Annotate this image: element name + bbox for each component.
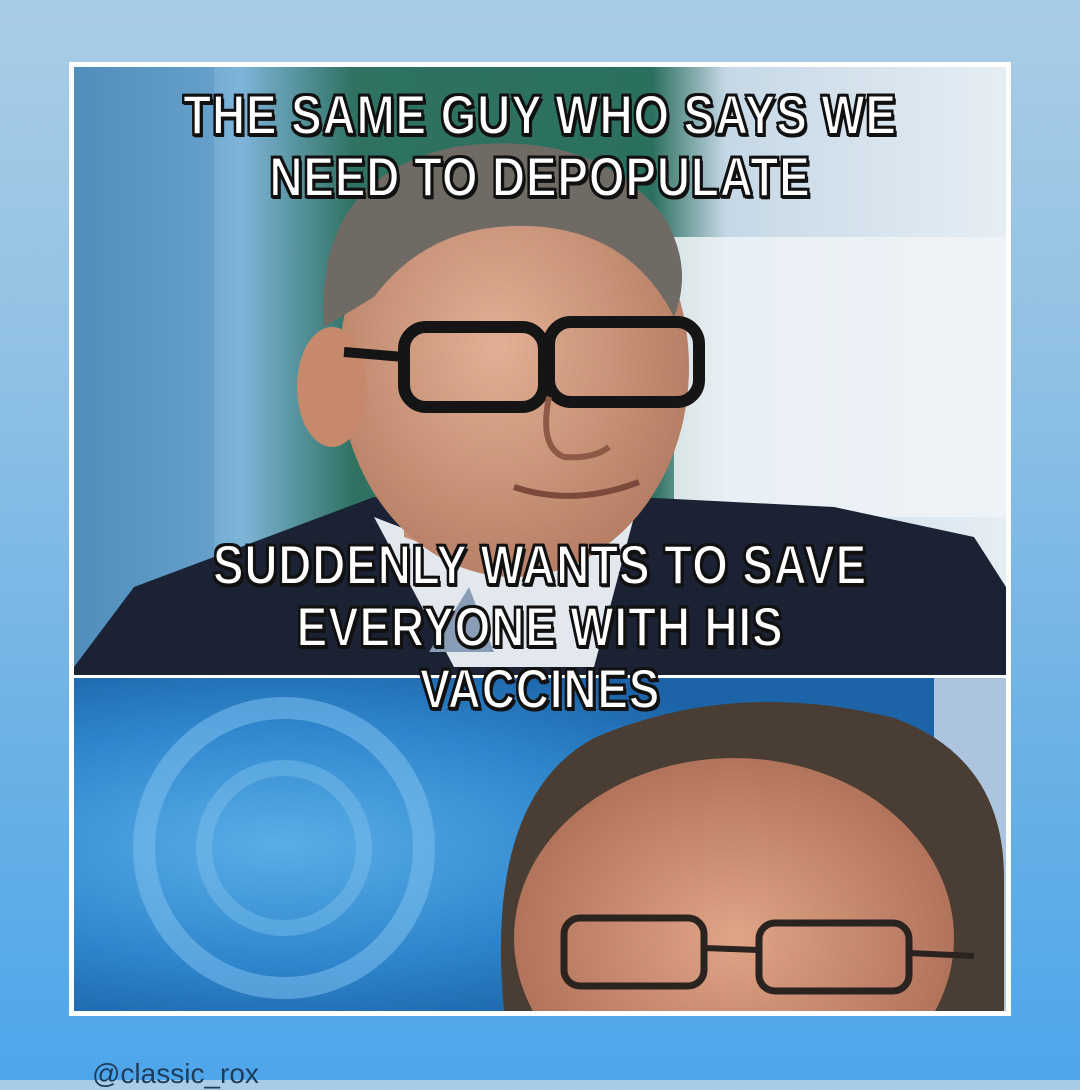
caption-bottom: SUDDENLY WANTS TO SAVE EVERYONE WITH HIS… [154,533,926,721]
account-handle[interactable]: @classic_rox [92,1058,259,1090]
caption-top: THE SAME GUY WHO SAYS WE NEED TO DEPOPUL… [154,83,926,209]
meme-image: THE SAME GUY WHO SAYS WE NEED TO DEPOPUL… [69,62,1011,1016]
caption-bottom-line-3: VACCINES [419,657,661,721]
meme-photo-bottom [74,678,1006,1011]
caption-top-line-2: NEED TO DEPOPULATE [269,145,811,209]
caption-bottom-line-1: SUDDENLY WANTS TO SAVE [212,533,868,597]
caption-bottom-line-2: EVERYONE WITH HIS [296,595,784,659]
caption-top-line-1: THE SAME GUY WHO SAYS WE [182,83,897,147]
portrait-photo-bottom [74,678,1006,1011]
